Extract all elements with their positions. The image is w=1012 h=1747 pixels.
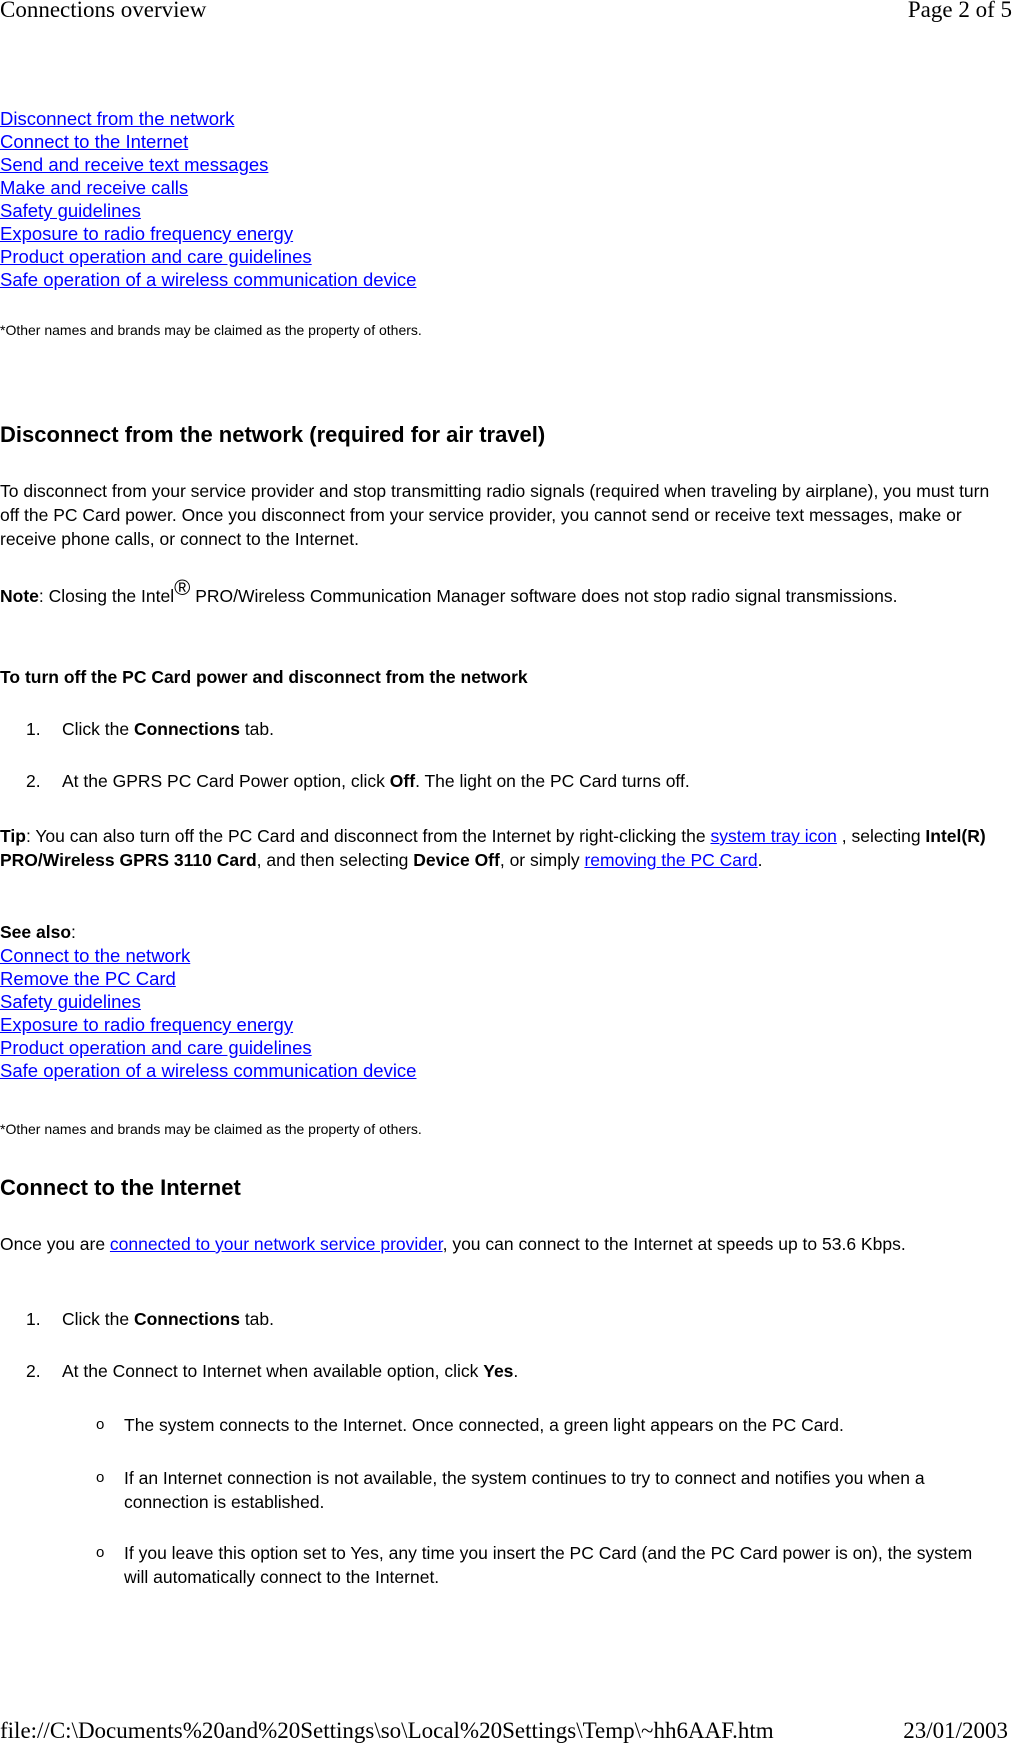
see-also-label: See also [0,922,72,942]
tip-label: Tip [0,826,26,846]
note-label: Note [0,586,39,606]
circle-bullet-icon: o [96,1416,105,1433]
section-heading-disconnect: Disconnect from the network (required fo… [0,422,546,447]
see-also-link-rf-exposure[interactable]: Exposure to radio frequency energy [0,1014,293,1035]
file-path: file://C:\Documents%20and%20Settings\so\… [0,1718,774,1743]
toc-link-text-messages[interactable]: Send and receive text messages [0,154,268,175]
toc-link-connect-internet[interactable]: Connect to the Internet [0,131,188,152]
procedure-title: To turn off the PC Card power and discon… [0,667,528,687]
connected-to-provider-link[interactable]: connected to your network service provid… [110,1234,443,1254]
see-also-link-remove-card[interactable]: Remove the PC Card [0,968,176,989]
disconnect-step-2: 2. At the GPRS PC Card Power option, clic… [26,771,690,791]
page-indicator: Page 2 of 5 [907,0,1012,22]
toc-link-rf-exposure[interactable]: Exposure to radio frequency energy [0,223,293,244]
internet-step-2: 2. At the Connect to Internet when availa… [26,1361,519,1381]
print-header: Connections overview Page 2 of 5 [0,0,1012,23]
bullet-item: o The system connects to the Internet. O… [96,1415,844,1435]
tip-paragraph: Tip: You can also turn off the PC Card a… [0,826,986,870]
see-also-link-safe-operation[interactable]: Safe operation of a wireless communicati… [0,1060,416,1081]
toc-link-disconnect[interactable]: Disconnect from the network [0,108,234,129]
toc-link-safety[interactable]: Safety guidelines [0,200,141,221]
bullet-item: o If an Internet connection is not avail… [96,1468,925,1512]
table-of-contents: Disconnect from the network Connect to t… [0,107,416,291]
see-also-block: See also: Connect to the network Remove … [0,922,417,1081]
toc-link-safe-operation[interactable]: Safe operation of a wireless communicati… [0,269,416,290]
see-also-link-safety[interactable]: Safety guidelines [0,991,141,1012]
section-heading-internet: Connect to the Internet [0,1175,241,1200]
document-title: Connections overview [0,0,207,22]
disconnect-step-1: 1. Click the Connections tab. [26,719,275,739]
circle-bullet-icon: o [96,1469,105,1486]
see-also-link-product-care[interactable]: Product operation and care guidelines [0,1037,312,1058]
internet-step-1: 1. Click the Connections tab. [26,1309,275,1329]
removing-pc-card-link[interactable]: removing the PC Card [584,850,757,870]
circle-bullet-icon: o [96,1544,105,1561]
print-footer: file://C:\Documents%20and%20Settings\so\… [0,1718,1012,1744]
bullet-item: o If you leave this option set to Yes, a… [96,1543,973,1587]
trademark-note: *Other names and brands may be claimed a… [0,322,422,338]
system-tray-icon-link[interactable]: system tray icon [710,826,836,846]
toc-link-calls[interactable]: Make and receive calls [0,177,188,198]
see-also-link-connect-network[interactable]: Connect to the network [0,945,190,966]
internet-intro: Once you are connected to your network s… [0,1234,906,1254]
trademark-note-2: *Other names and brands may be claimed a… [0,1121,422,1137]
note-paragraph: Note: Closing the Intel® PRO/Wireless Co… [0,575,898,606]
print-date: 23/01/2003 [903,1718,1008,1743]
disconnect-intro: To disconnect from your service provider… [0,481,990,549]
registered-mark: ® [174,575,191,601]
toc-link-product-care[interactable]: Product operation and care guidelines [0,246,312,267]
